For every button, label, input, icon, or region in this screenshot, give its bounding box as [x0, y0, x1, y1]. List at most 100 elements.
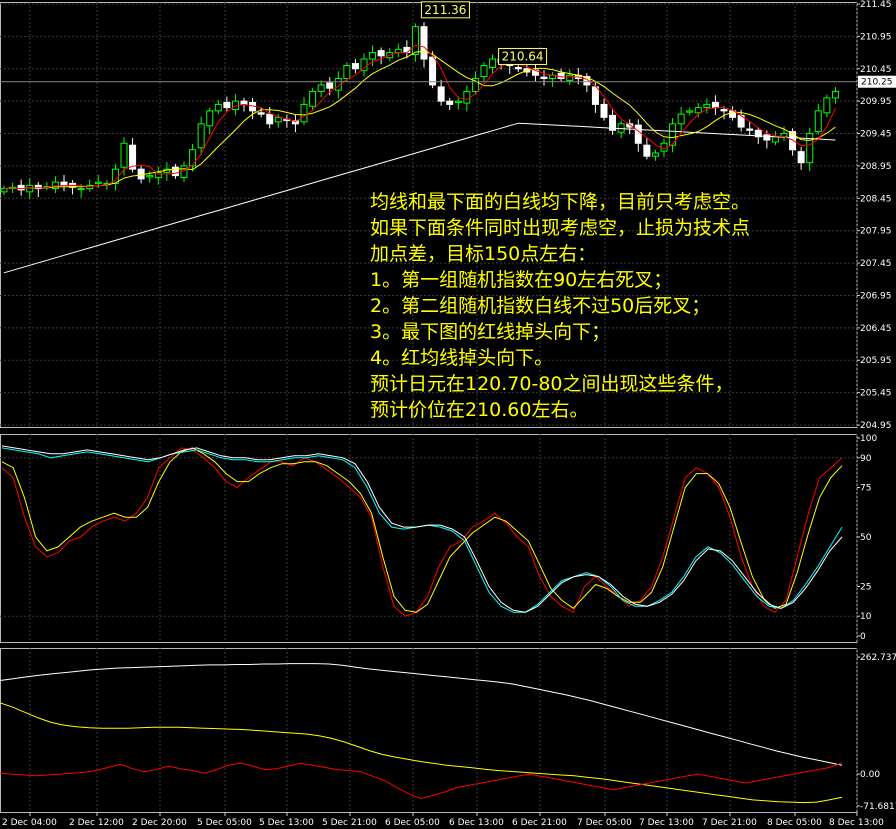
candle-body: [274, 116, 282, 123]
candle-body: [480, 65, 488, 78]
candle-body: [197, 123, 205, 149]
candle-body: [540, 76, 548, 79]
time-axis-label: 7 Dec 13:00: [639, 818, 694, 828]
current-price-label: 210.25: [861, 78, 893, 88]
candle-body: [806, 133, 814, 164]
annotation-line: 预计日元在120.70-80之间出现这些条件，: [370, 373, 734, 395]
candle-body: [686, 110, 694, 113]
stochastic-line: [1, 447, 843, 617]
stochastic-line: [1, 447, 843, 613]
oscillator-axis-label: -71.6817: [860, 802, 896, 812]
candle-body: [223, 101, 231, 109]
candle-body: [437, 86, 445, 102]
price-axis-label: 209.95: [860, 97, 892, 107]
time-axis-label: 8 Dec 13:00: [829, 818, 884, 828]
stochastic-panel-border: [0, 434, 858, 643]
price-axis-label: 209.45: [860, 130, 892, 140]
oscillator-line: [0, 762, 843, 800]
candle-body: [146, 175, 154, 178]
candle-body: [309, 90, 317, 107]
stochastic-axis-label: 100: [860, 434, 877, 444]
time-axis-label: 5 Dec 21:00: [322, 818, 377, 828]
annotation-line: 预计价位在210.60左右。: [370, 399, 588, 421]
candle-body: [463, 90, 471, 104]
time-axis-label: 5 Dec 05:00: [197, 818, 252, 828]
candle-body: [326, 82, 334, 89]
candle-body: [137, 168, 145, 180]
candle-body: [763, 134, 771, 141]
annotation-line: 3。最下图的红线掉头向下；: [370, 321, 610, 343]
price-axis-label: 211.45: [860, 0, 892, 10]
time-axis-label: 6 Dec 05:00: [385, 818, 440, 828]
candle-body: [771, 136, 779, 143]
candle-body: [17, 184, 25, 191]
stochastic-axis-label: 75: [860, 484, 871, 494]
candle-body: [377, 50, 385, 57]
time-axis-label: 7 Dec 05:00: [577, 818, 632, 828]
ma-fast-line: [3, 44, 836, 190]
time-axis-label: 5 Dec 13:00: [259, 818, 314, 828]
time-axis-label: 8 Dec 05:00: [767, 818, 822, 828]
annotation-line: 加点差，目标150点左右：: [370, 243, 596, 265]
chart-window: 211.45 210.95 210.45 209.95 209.45 208.95 208.…: [0, 0, 896, 829]
candle-body: [206, 110, 214, 127]
candle-body: [454, 100, 462, 103]
time-axis-label: 7 Dec 21:00: [702, 818, 757, 828]
candle-body: [94, 181, 102, 184]
candle-body: [411, 26, 419, 56]
price-axis-label: 210.45: [860, 65, 892, 75]
candle-body: [446, 100, 454, 105]
annotation-line: 如果下面条件同时出现考虑空，止损为技术点: [370, 217, 750, 239]
oscillator-line: [0, 663, 843, 766]
candle-body: [514, 66, 522, 70]
time-axis-label: 6 Dec 21:00: [512, 818, 567, 828]
candle-body: [214, 103, 222, 112]
candle-body: [643, 144, 651, 157]
candle-body: [257, 112, 265, 115]
candle-body: [420, 26, 428, 60]
candle-body: [171, 166, 179, 177]
candle-body: [189, 149, 197, 167]
candle-body: [300, 103, 308, 123]
time-axis-label: 2 Dec 04:00: [2, 818, 57, 828]
price-axis-label: 205.95: [860, 356, 892, 366]
candle-body: [660, 142, 668, 152]
trading-chart: 211.45 210.95 210.45 209.95 209.45 208.95 208.…: [0, 0, 896, 828]
stochastic-axis-label: 25: [860, 583, 871, 593]
oscillator-line: [0, 702, 843, 804]
price-highlight-label: 210.64: [502, 49, 544, 63]
candle-body: [831, 90, 839, 99]
stochastic-line: [1, 447, 843, 613]
candle-body: [77, 188, 85, 191]
candle-body: [557, 72, 565, 79]
candle-body: [343, 65, 351, 79]
price-axis-label: 206.45: [860, 324, 892, 334]
candle-body: [720, 109, 728, 112]
candle-body: [360, 58, 368, 72]
candle-body: [566, 74, 574, 81]
stochastic-axis-label: 50: [860, 533, 872, 543]
candle-body: [746, 128, 754, 131]
price-axis-label: 208.45: [860, 194, 892, 204]
stochastic-line: [1, 445, 843, 613]
candle-body: [154, 171, 162, 179]
oscillator-axis-label: 0.00: [860, 770, 880, 780]
candle-body: [394, 48, 402, 54]
stochastic-axis-label: 10: [860, 612, 872, 622]
candle-body: [429, 56, 437, 86]
time-axis-label: 2 Dec 12:00: [69, 818, 124, 828]
candle-body: [120, 142, 128, 168]
candle-body: [489, 58, 497, 68]
candle-body: [317, 84, 325, 92]
stochastic-axis-label: 90: [860, 454, 872, 464]
candle-body: [0, 188, 8, 193]
price-axis-label: 204.95: [860, 421, 892, 431]
price-highlight-label: 211.36: [424, 3, 466, 17]
price-axis-label: 205.45: [860, 389, 892, 399]
candle-body: [651, 152, 659, 157]
annotation-line: 4。红均线掉头向下。: [370, 347, 553, 369]
price-axis-label: 208.95: [860, 162, 892, 172]
candle-body: [634, 124, 642, 144]
oscillator-panel-border: [0, 648, 858, 813]
candle-body: [703, 103, 711, 109]
